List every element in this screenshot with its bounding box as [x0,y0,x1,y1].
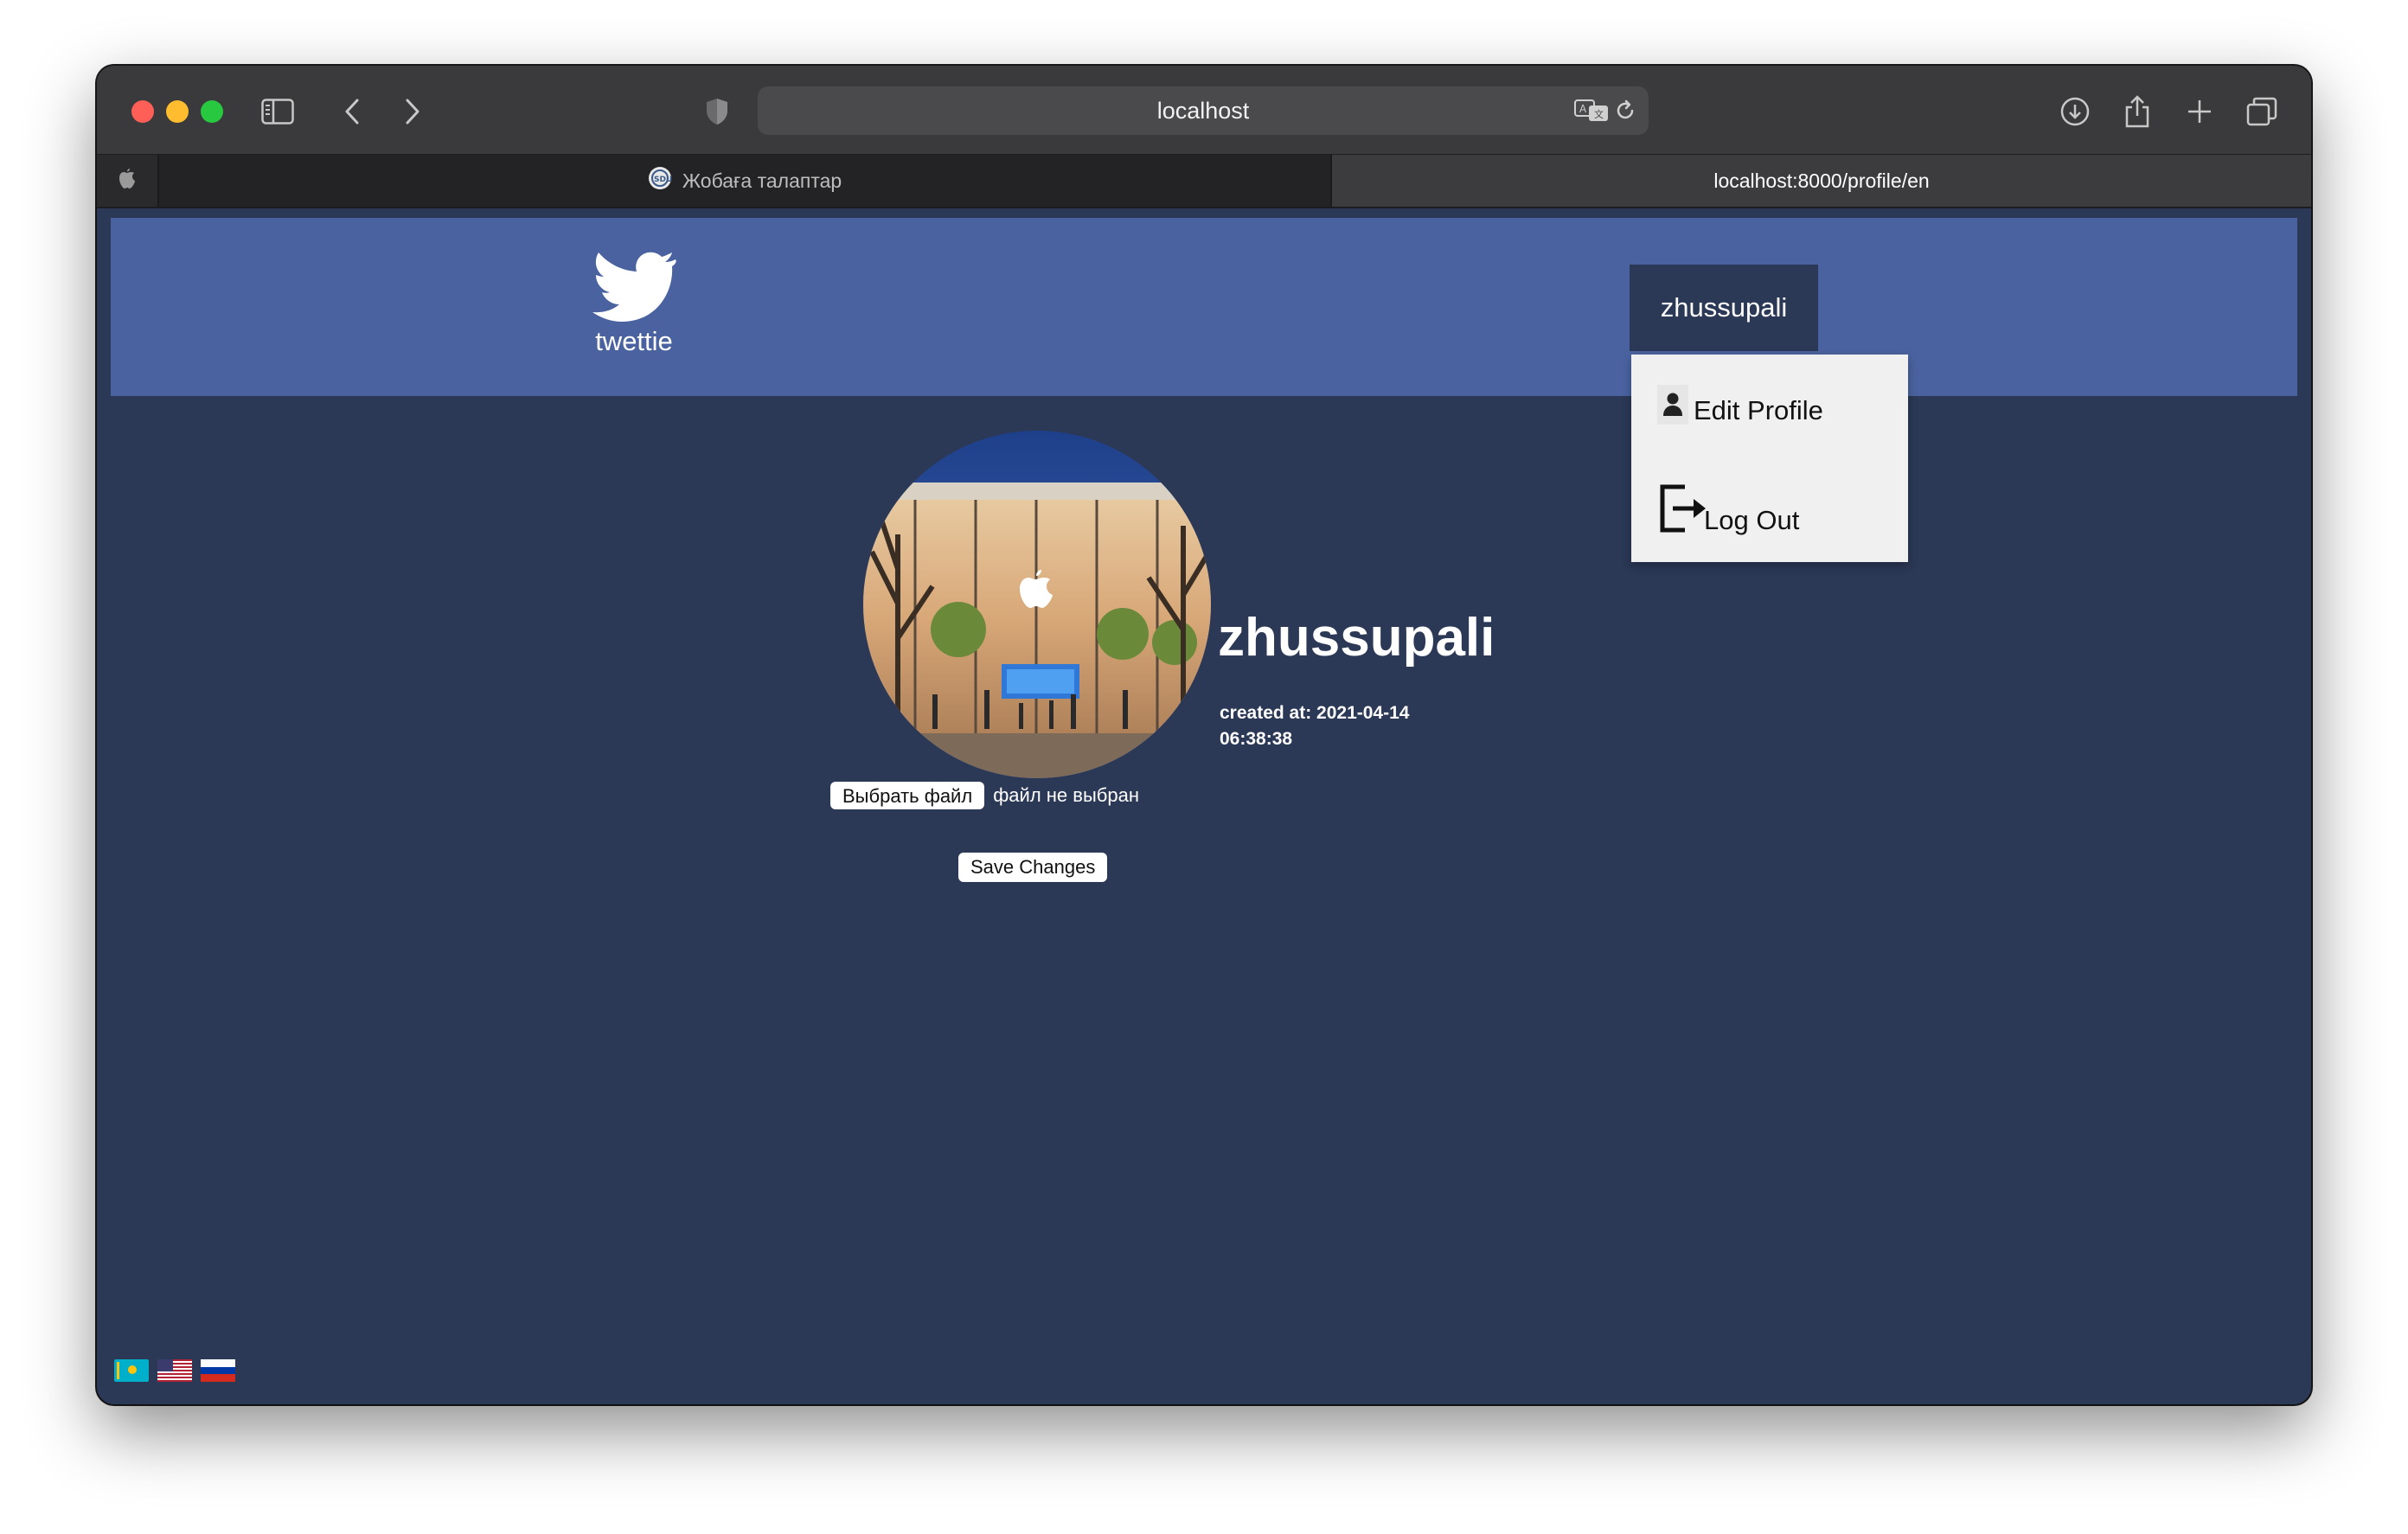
log-out-label: Log Out [1704,505,1800,535]
tab-profile[interactable]: localhost:8000/profile/en [1332,155,2311,207]
choose-file-button[interactable]: Выбрать файл [830,782,985,809]
apple-icon [118,168,137,195]
back-icon[interactable] [330,90,374,133]
svg-text:文: 文 [1594,108,1604,120]
svg-text:A: A [1579,103,1587,115]
downloads-icon[interactable] [2053,90,2097,133]
edit-profile-menu-item[interactable]: Edit Profile [1631,379,1908,431]
address-text: localhost [1156,97,1250,124]
person-icon [1657,385,1688,425]
no-file-text: файл не выбран [993,784,1139,806]
close-window-button[interactable] [131,100,154,123]
edit-profile-label: Edit Profile [1694,395,1823,425]
sidebar-toggle-icon[interactable] [256,90,299,133]
forward-icon[interactable] [391,90,434,133]
tab-requirements[interactable]: SDU Жобаға талаптар [159,155,1332,207]
minimize-window-button[interactable] [166,100,189,123]
site-logo[interactable]: twettie [578,251,690,357]
reload-icon[interactable] [1614,86,1636,135]
logo-text: twettie [595,326,673,356]
logout-icon [1659,482,1707,535]
browser-window: localhost A文 SDU Жобаға талаптар localho… [97,66,2311,1404]
user-menu-button[interactable]: zhussupali [1630,265,1818,351]
zoom-window-button[interactable] [201,100,223,123]
save-changes-button[interactable]: Save Changes [958,853,1108,882]
translate-icon[interactable]: A文 [1574,86,1609,135]
tab-overview-icon[interactable] [2240,90,2283,133]
site-navbar: twettie zhussupali [111,218,2297,396]
browser-toolbar: localhost A文 [97,66,2311,154]
flag-usa-icon[interactable] [157,1359,192,1386]
privacy-shield-icon[interactable] [695,90,739,133]
new-tab-icon[interactable] [2178,90,2221,133]
bird-logo-icon [578,251,690,329]
language-switcher [114,1359,235,1386]
svg-text:SDU: SDU [654,176,672,184]
profile-username: zhussupali [1218,608,1495,668]
tab-label: localhost:8000/profile/en [1713,169,1930,192]
user-menu-label: zhussupali [1660,292,1788,323]
pinned-tab-apple[interactable] [97,155,159,207]
profile-avatar [863,431,1211,778]
flag-kazakhstan-icon[interactable] [114,1359,149,1386]
address-bar[interactable]: localhost A文 [758,86,1649,135]
avatar-upload-row: Выбрать файл файл не выбран [830,782,1139,809]
user-dropdown-menu: Edit Profile Log Out [1631,355,1908,562]
tab-label: Жобаға талаптар [682,169,842,192]
site-favicon-icon: SDU [648,166,672,195]
log-out-menu-item[interactable]: Log Out [1631,474,1908,543]
share-icon[interactable] [2116,90,2159,133]
flag-russia-icon[interactable] [201,1359,235,1386]
page-content: twettie zhussupali Edit Profile Log Out [111,218,2297,1404]
tab-bar: SDU Жобаға талаптар localhost:8000/profi… [97,154,2311,208]
created-at-text: created at: 2021-04-14 06:38:38 [1220,703,1410,749]
